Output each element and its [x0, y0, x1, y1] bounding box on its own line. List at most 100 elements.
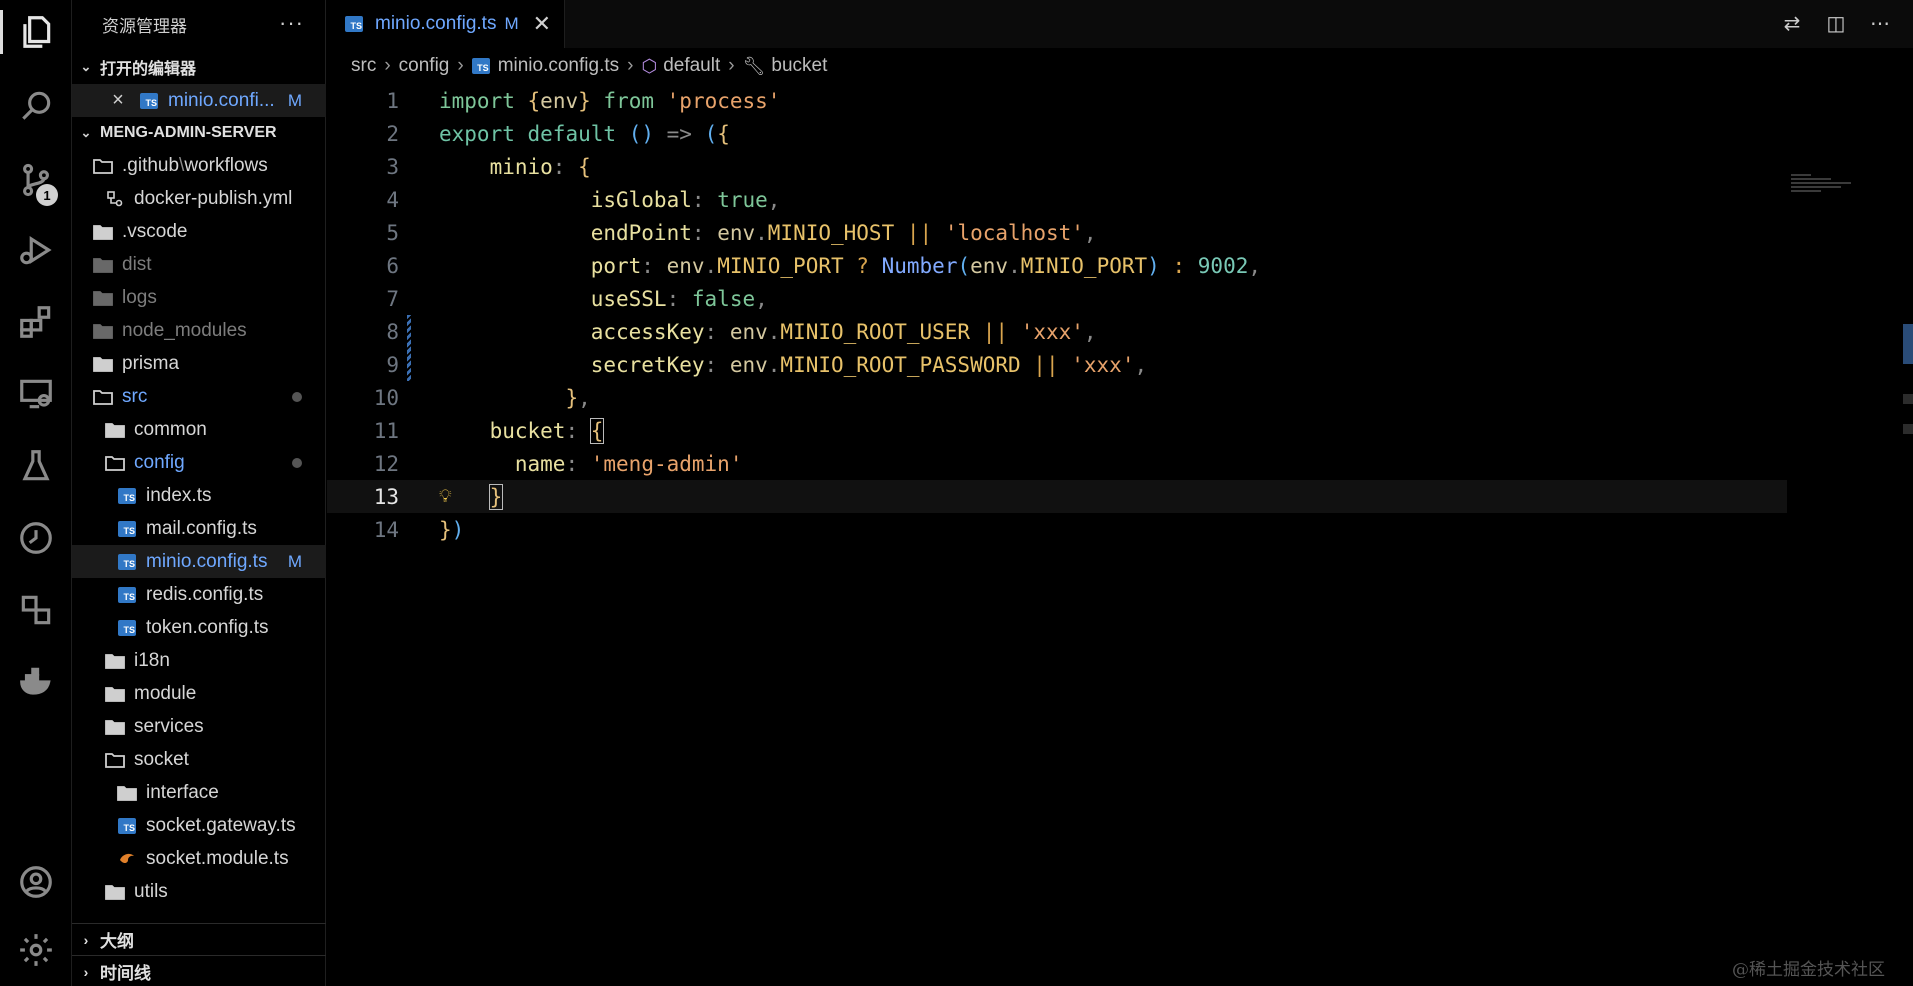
docker-icon[interactable]	[0, 652, 72, 712]
account-icon[interactable]	[0, 852, 72, 912]
split-editor-icon[interactable]: ◫	[1823, 10, 1849, 36]
nestjs-module-icon	[116, 848, 138, 870]
folder-icon	[92, 353, 114, 375]
tree-label: common	[134, 418, 207, 440]
source-control-icon[interactable]: 1	[0, 150, 72, 210]
tree-item-config[interactable]: config	[72, 446, 326, 479]
code-line: 12 name: 'meng-admin'	[327, 447, 1787, 480]
tree-label: logs	[122, 286, 157, 308]
breadcrumb-item[interactable]: config	[399, 55, 450, 77]
symbol-module-icon: ⬡	[641, 55, 658, 76]
typescript-file-icon: TS	[116, 584, 138, 606]
tree-item-socket-gateway[interactable]: TS socket.gateway.ts	[72, 809, 326, 842]
extensions-icon[interactable]	[0, 292, 72, 352]
line-number: 14	[373, 517, 399, 542]
compare-changes-icon[interactable]: ⇄	[1779, 10, 1805, 36]
tree-item-dist[interactable]: dist	[72, 248, 326, 281]
more-actions-icon[interactable]: ···	[279, 10, 304, 36]
code-line: 9 secretKey: env.MINIO_ROOT_PASSWORD || …	[327, 348, 1787, 381]
open-editors-section[interactable]: ⌄ 打开的编辑器	[72, 51, 326, 83]
line-number: 4	[386, 187, 399, 212]
tree-item-src[interactable]: src	[72, 380, 326, 413]
line-number: 10	[373, 385, 399, 410]
sidebar-title: 资源管理器	[102, 16, 187, 36]
tree-item-index-ts[interactable]: TS index.ts	[72, 479, 326, 512]
tree-item-utils[interactable]: utils	[72, 875, 326, 908]
explorer-sidebar: 资源管理器 ··· ⌄ 打开的编辑器 × TS minio.confi... M…	[72, 0, 326, 986]
breadcrumb: src › config › TS minio.config.ts › ⬡ de…	[327, 48, 1913, 84]
testing-icon[interactable]	[0, 436, 72, 496]
timeline-icon[interactable]	[0, 508, 72, 568]
breadcrumb-item[interactable]: default	[663, 55, 720, 77]
editor-tab-bar: TS minio.config.ts M ✕ ⇄ ◫ ⋯	[327, 0, 1913, 48]
chevron-right-icon: ›	[83, 931, 89, 948]
sidebar-header: 资源管理器 ···	[72, 0, 326, 48]
code-line: 1 import {env} from 'process'	[327, 84, 1787, 117]
line-number: 2	[386, 121, 399, 146]
tree-item-prisma[interactable]: prisma	[72, 347, 326, 380]
tree-label: dist	[122, 253, 152, 275]
modified-badge: M	[504, 14, 519, 33]
tree-item-vscode[interactable]: .vscode	[72, 215, 326, 248]
tree-item-i18n[interactable]: i18n	[72, 644, 326, 677]
typescript-file-icon: TS	[471, 58, 490, 74]
tree-label: config	[134, 451, 185, 473]
tab-label: minio.config.ts	[375, 13, 497, 34]
tree-item-mail-config[interactable]: TS mail.config.ts	[72, 512, 326, 545]
chevron-right-icon: ›	[83, 963, 89, 980]
tree-item-services[interactable]: services	[72, 710, 326, 743]
tree-label: utils	[134, 880, 168, 902]
outline-section[interactable]: › 大纲	[72, 923, 326, 955]
settings-gear-icon[interactable]	[0, 920, 72, 980]
tree-item-token-config[interactable]: TS token.config.ts	[72, 611, 326, 644]
folder-icon	[104, 716, 126, 738]
tree-item-common[interactable]: common	[72, 413, 326, 446]
scrollbar[interactable]	[1899, 324, 1913, 434]
tree-item-docker-publish[interactable]: docker-publish.yml	[72, 182, 326, 215]
source-control-badge: 1	[36, 184, 58, 206]
timeline-section[interactable]: › 时间线	[72, 955, 326, 986]
project-section[interactable]: ⌄ MENG-ADMIN-SERVER	[72, 117, 326, 149]
folder-icon	[92, 221, 114, 243]
tree-label: services	[134, 715, 204, 737]
open-editor-item[interactable]: × TS minio.confi... M	[72, 84, 326, 117]
minimap[interactable]	[1791, 172, 1863, 192]
explorer-icon[interactable]	[0, 2, 72, 62]
close-icon[interactable]: ✕	[533, 11, 551, 37]
more-actions-icon[interactable]: ⋯	[1867, 10, 1893, 36]
tree-item-minio-config[interactable]: TS minio.config.ts M	[72, 545, 326, 578]
folder-icon	[92, 155, 114, 177]
remote-explorer-icon[interactable]	[0, 364, 72, 424]
tree-label: socket.module.ts	[146, 847, 289, 869]
tree-item-interface[interactable]: interface	[72, 776, 326, 809]
tree-label: socket.gateway.ts	[146, 814, 296, 836]
breadcrumb-item[interactable]: minio.config.ts	[498, 55, 619, 77]
tree-item-node-modules[interactable]: node_modules	[72, 314, 326, 347]
folder-icon	[104, 683, 126, 705]
code-editor[interactable]: 1 import {env} from 'process' 2 export d…	[327, 84, 1913, 986]
search-icon[interactable]	[0, 76, 72, 136]
tab-minio-config[interactable]: TS minio.config.ts M ✕	[327, 0, 565, 48]
run-debug-icon[interactable]	[0, 220, 72, 280]
tree-item-socket-module[interactable]: socket.module.ts	[72, 842, 326, 875]
code-line-current: 13 💡︎ }	[327, 480, 1787, 513]
code-line: 5 endPoint: env.MINIO_HOST || 'localhost…	[327, 216, 1787, 249]
modified-badge: M	[287, 90, 302, 110]
line-number: 11	[373, 418, 399, 443]
tree-label: prisma	[122, 352, 180, 374]
editor-actions: ⇄ ◫ ⋯	[1779, 10, 1893, 36]
close-icon[interactable]: ×	[108, 89, 128, 111]
code-line: 14 })	[327, 513, 1787, 546]
breadcrumb-item[interactable]: src	[351, 55, 376, 77]
tree-item-logs[interactable]: logs	[72, 281, 326, 314]
tree-item-module[interactable]: module	[72, 677, 326, 710]
tree-item-github-workflows[interactable]: .github\workflows	[72, 149, 326, 182]
code-line: 8 accessKey: env.MINIO_ROOT_USER || 'xxx…	[327, 315, 1787, 348]
containers-icon[interactable]	[0, 580, 72, 640]
tree-item-socket[interactable]: socket	[72, 743, 326, 776]
tree-label: .github	[122, 154, 180, 176]
code-line: 6 port: env.MINIO_PORT ? Number(env.MINI…	[327, 249, 1787, 282]
breadcrumb-item[interactable]: bucket	[771, 55, 827, 77]
tree-item-redis-config[interactable]: TS redis.config.ts	[72, 578, 326, 611]
open-editor-label: minio.confi...	[168, 89, 275, 111]
